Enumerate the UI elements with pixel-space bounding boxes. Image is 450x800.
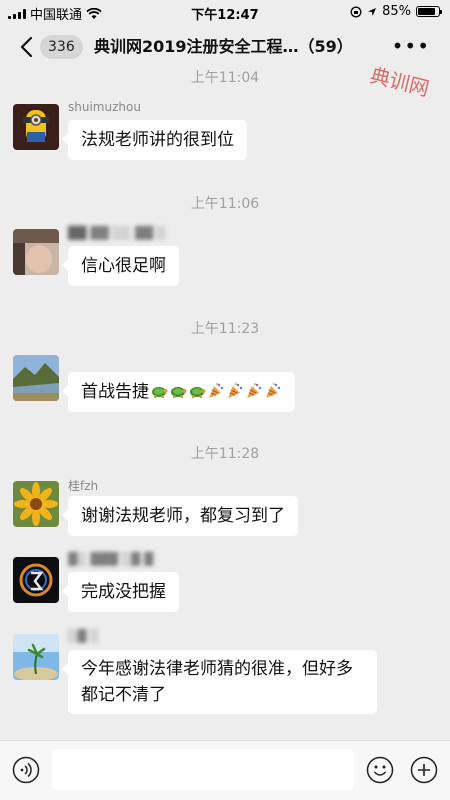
- emoji-icon[interactable]: [366, 756, 394, 784]
- message-text: 谢谢法规老师，都复习到了: [81, 506, 285, 526]
- add-more-icon[interactable]: [410, 756, 438, 784]
- turtle-icon: [171, 387, 187, 398]
- turtle-icon: [190, 387, 206, 398]
- message-bubble[interactable]: 信心很足啊: [62, 246, 179, 286]
- battery-percent: 85%: [382, 4, 411, 19]
- unread-count-badge[interactable]: 336: [40, 35, 83, 59]
- battery-icon: [416, 6, 442, 17]
- party-popper-icon: [247, 383, 262, 398]
- message-input[interactable]: [52, 750, 354, 790]
- status-right: 85%: [350, 4, 442, 19]
- sender-name: 桂fzh: [68, 479, 99, 493]
- chat-input-bar: [0, 740, 450, 800]
- message-text: 信心很足啊: [81, 256, 166, 276]
- voice-input-icon[interactable]: [12, 756, 40, 784]
- avatar[interactable]: [13, 104, 59, 150]
- sender-name-blurred: ▓░ ▓▓▓ ░▓ ▓: [68, 552, 154, 566]
- sender-name-blurred: ░▓ ░: [68, 629, 100, 643]
- avatar[interactable]: [13, 229, 59, 275]
- more-options-icon[interactable]: •••: [392, 36, 430, 56]
- message-bubble[interactable]: 首战告捷: [62, 372, 295, 412]
- timestamp: 上午11:04: [190, 70, 260, 86]
- avatar[interactable]: [13, 355, 59, 401]
- timestamp: 上午11:06: [190, 196, 260, 212]
- back-chevron-icon[interactable]: [18, 36, 38, 58]
- party-popper-icon: [228, 383, 243, 398]
- message-text: 完成没把握: [81, 582, 166, 602]
- status-bar: 中国联通 下午12:47 85%: [0, 0, 450, 24]
- message-bubble[interactable]: 完成没把握: [62, 572, 179, 612]
- avatar[interactable]: [13, 634, 59, 680]
- message-text: 法规老师讲的很到位: [81, 130, 234, 150]
- message-bubble[interactable]: 今年感谢法律老师猜的很准，但好多都记不清了: [62, 650, 377, 714]
- message-bubble[interactable]: 谢谢法规老师，都复习到了: [62, 496, 298, 536]
- party-popper-icon: [209, 383, 224, 398]
- avatar[interactable]: [13, 557, 59, 603]
- message-bubble[interactable]: 法规老师讲的很到位: [62, 120, 247, 160]
- party-popper-icon: [266, 383, 281, 398]
- sender-name: shuimuzhou: [68, 100, 141, 114]
- timestamp: 上午11:23: [190, 321, 260, 337]
- chat-title: 典训网2019注册安全工程…（59）: [94, 37, 353, 56]
- turtle-icon: [152, 387, 168, 398]
- rotation-lock-icon: [350, 6, 362, 17]
- sender-name-blurred: ██ ▓▓ ░░ ▓▓ ░: [68, 226, 167, 240]
- message-text: 今年感谢法律老师猜的很准，但好多都记不清了: [81, 659, 353, 705]
- timestamp: 上午11:28: [190, 446, 260, 462]
- message-text: 首战告捷: [81, 382, 149, 402]
- avatar[interactable]: [13, 481, 59, 527]
- location-icon: [368, 7, 377, 16]
